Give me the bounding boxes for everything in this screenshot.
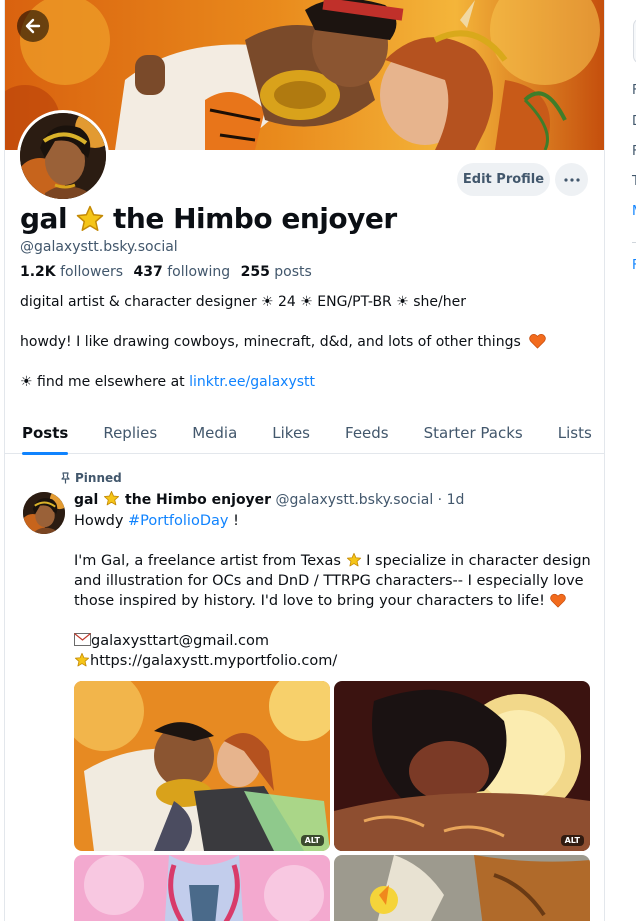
- profile-stats: 1.2K followers 437 following 255 posts: [20, 264, 312, 280]
- star-emoji-icon: [76, 205, 104, 231]
- post-line: Howdy #PortfolioDay !: [74, 511, 594, 531]
- more-options-button[interactable]: [555, 163, 588, 196]
- tab-posts[interactable]: Posts: [22, 414, 69, 455]
- following-count: 437: [133, 264, 163, 280]
- following-stat[interactable]: 437 following: [134, 264, 231, 280]
- alt-badge[interactable]: ALT: [300, 835, 324, 846]
- post-author-handle[interactable]: @galaxystt.bsky.social: [276, 492, 434, 508]
- orange-heart-icon: [529, 333, 546, 349]
- bio-line: ☀ find me elsewhere at linktr.ee/galaxys…: [20, 372, 590, 392]
- tab-likes[interactable]: Likes: [272, 414, 310, 454]
- hashtag-link[interactable]: #PortfolioDay: [128, 513, 228, 529]
- avatar-illustration: [20, 113, 106, 199]
- post-line: https://galaxystt.myportfolio.com/: [74, 651, 594, 671]
- followers-count: 1.2K: [20, 264, 56, 280]
- sidebar-link[interactable]: F: [632, 258, 636, 273]
- right-sidebar: F D F T M F: [605, 0, 636, 921]
- post-body: Howdy #PortfolioDay ! I'm Gal, a freelan…: [74, 511, 594, 671]
- portfolio-text: https://galaxystt.myportfolio.com/: [90, 653, 338, 669]
- post-author-name[interactable]: gal the Himbo enjoyer: [74, 490, 272, 508]
- bio-line: digital artist & character designer ☀ 24…: [20, 294, 466, 310]
- envelope-icon: [74, 633, 91, 646]
- artwork-image: [74, 855, 330, 921]
- divider: [632, 242, 636, 243]
- post-text-span: I specialize in character design: [361, 553, 591, 569]
- post-line: those inspired by history. I'd love to b…: [74, 591, 594, 611]
- post-line: I'm Gal, a freelance artist from Texas I…: [74, 551, 594, 571]
- star-emoji-icon: [104, 490, 120, 506]
- post-image[interactable]: ALT: [74, 681, 330, 851]
- sidebar-link[interactable]: F: [632, 144, 636, 159]
- pinned-post[interactable]: Pinned gal the Himbo enjoyer @galaxystt.…: [5, 455, 604, 921]
- post-image[interactable]: ALT: [334, 681, 590, 851]
- orange-heart-icon: [549, 593, 566, 608]
- post-author-name-part2: the Himbo enjoyer: [125, 492, 272, 508]
- artwork-image: [334, 855, 590, 921]
- followers-stat[interactable]: 1.2K followers: [20, 264, 123, 280]
- post-author-avatar[interactable]: [23, 492, 65, 534]
- post-text-span: I'm Gal, a freelance artist from Texas: [74, 553, 341, 569]
- tab-lists[interactable]: Lists: [558, 414, 592, 454]
- edit-profile-button[interactable]: Edit Profile: [457, 163, 550, 196]
- post-line: and illustration for OCs and DnD / TTRPG…: [74, 573, 584, 589]
- artwork-image: [74, 681, 330, 851]
- post-line: galaxysttart@gmail.com: [74, 631, 594, 651]
- ellipsis-icon: [563, 177, 580, 182]
- profile-column: Edit Profile gal the Himbo enjoyer @gala…: [4, 0, 605, 921]
- bio-link[interactable]: linktr.ee/galaxystt: [189, 374, 315, 390]
- tab-starter-packs[interactable]: Starter Packs: [424, 414, 523, 454]
- post-text-span: Howdy: [74, 513, 129, 529]
- post-text-span: !: [228, 513, 239, 529]
- post-header: gal the Himbo enjoyer @galaxystt.bsky.so…: [74, 490, 464, 508]
- sidebar-link[interactable]: T: [632, 174, 636, 189]
- pinned-indicator: Pinned: [60, 471, 122, 485]
- display-name: gal the Himbo enjoyer: [20, 202, 397, 235]
- posts-count: 255: [240, 264, 270, 280]
- profile-avatar[interactable]: [17, 110, 109, 202]
- pinned-label: Pinned: [75, 471, 122, 485]
- sidebar-link[interactable]: M: [632, 204, 636, 219]
- star-emoji-icon: [346, 552, 361, 567]
- display-name-part1: gal: [20, 202, 68, 235]
- pin-icon: [61, 472, 70, 484]
- post-author-name-part1: gal: [74, 492, 99, 508]
- sidebar-link[interactable]: F: [632, 83, 636, 98]
- bio-line: howdy! I like drawing cowboys, minecraft…: [20, 332, 590, 352]
- profile-tabs: Posts Replies Media Likes Feeds Starter …: [5, 414, 604, 455]
- alt-badge[interactable]: ALT: [560, 835, 584, 846]
- profile-bio: digital artist & character designer ☀ 24…: [20, 292, 590, 412]
- tab-replies[interactable]: Replies: [103, 414, 157, 454]
- post-image[interactable]: [334, 855, 590, 921]
- following-label: following: [167, 264, 231, 280]
- sidebar-link[interactable]: D: [632, 114, 636, 129]
- email-text: galaxysttart@gmail.com: [91, 633, 269, 649]
- post-image[interactable]: [74, 855, 330, 921]
- artwork-image: [334, 681, 590, 851]
- star-emoji-icon: [74, 652, 90, 667]
- posts-label: posts: [274, 264, 312, 280]
- tab-media[interactable]: Media: [192, 414, 237, 454]
- followers-label: followers: [60, 264, 124, 280]
- profile-handle: @galaxystt.bsky.social: [20, 239, 178, 255]
- tab-feeds[interactable]: Feeds: [345, 414, 389, 454]
- bio-text: howdy! I like drawing cowboys, minecraft…: [20, 334, 521, 350]
- back-button[interactable]: [17, 10, 49, 42]
- display-name-part2: the Himbo enjoyer: [113, 202, 397, 235]
- post-time[interactable]: · 1d: [438, 492, 465, 508]
- post-text-span: those inspired by history. I'd love to b…: [74, 593, 545, 609]
- posts-stat: 255 posts: [241, 264, 312, 280]
- left-arrow-icon: [25, 18, 41, 34]
- avatar-illustration: [23, 492, 65, 534]
- bio-text: ☀ find me elsewhere at: [20, 374, 190, 390]
